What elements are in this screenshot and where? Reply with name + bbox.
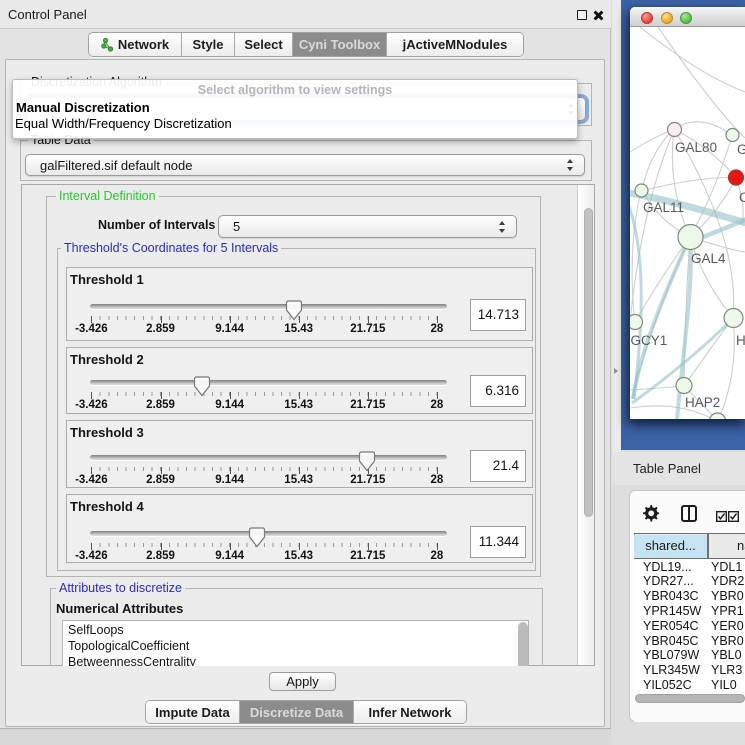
svg-text:GA: GA xyxy=(737,142,745,157)
svg-text:GAL11: GAL11 xyxy=(643,200,684,215)
svg-text:GAL80: GAL80 xyxy=(675,140,717,155)
svg-text:GAL4: GAL4 xyxy=(691,251,726,266)
svg-text:GCY1: GCY1 xyxy=(631,333,668,348)
svg-text:HAP2: HAP2 xyxy=(685,395,720,410)
svg-text:HI: HI xyxy=(736,333,745,348)
svg-text:CD: CD xyxy=(739,190,745,205)
